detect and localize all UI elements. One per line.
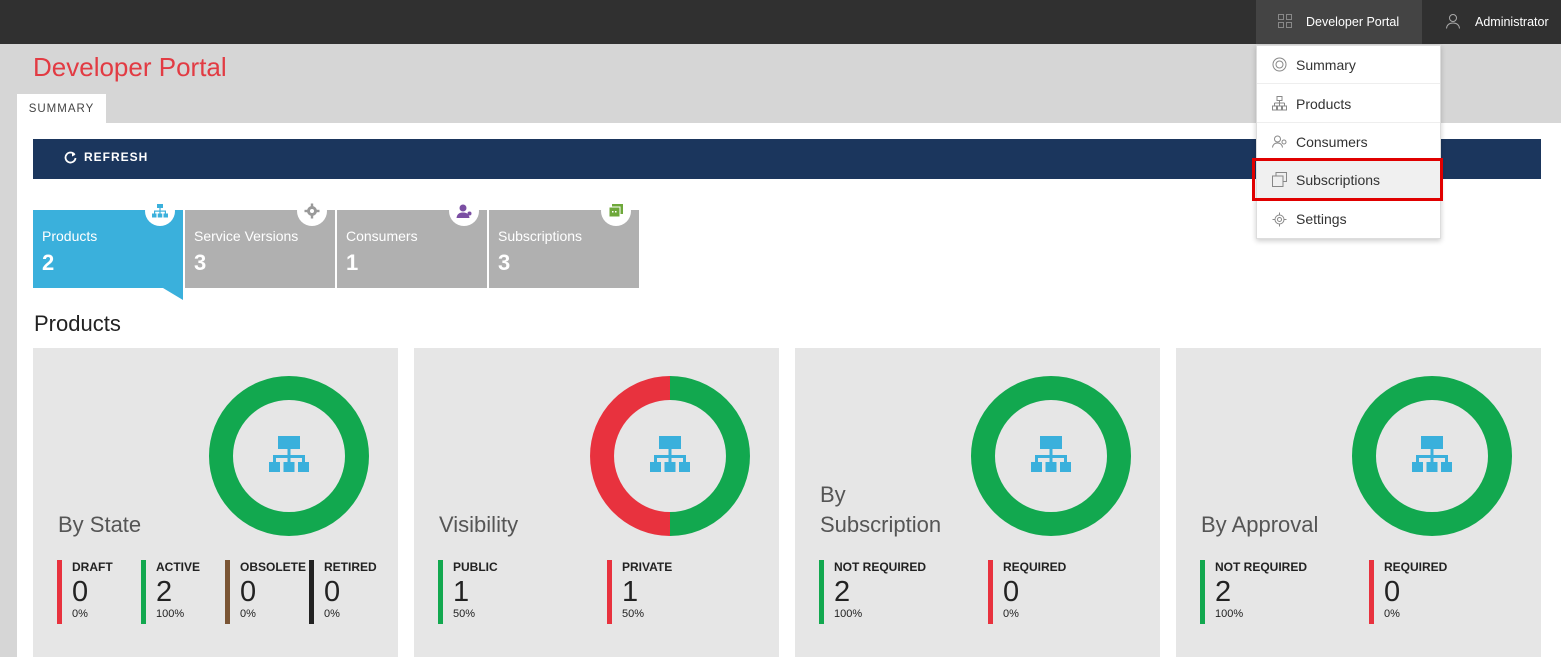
summary-icon bbox=[1272, 57, 1287, 72]
hierarchy-icon bbox=[1412, 436, 1452, 472]
tile-label: Consumers bbox=[346, 228, 418, 244]
menu-item-consumers[interactable]: Consumers bbox=[1257, 123, 1440, 161]
tile-subscriptions[interactable]: Subscriptions 3 bbox=[489, 196, 639, 288]
legend-required: REQUIRED 0 0% bbox=[988, 560, 1066, 624]
subscriptions-icon bbox=[601, 196, 631, 226]
user-name: Administrator bbox=[1475, 15, 1549, 29]
user-icon bbox=[1445, 13, 1461, 32]
card-title: By State bbox=[58, 512, 142, 537]
legend-draft: DRAFT 0 0% bbox=[57, 560, 113, 624]
donut-chart bbox=[1352, 376, 1512, 536]
tile-count: 2 bbox=[42, 250, 55, 275]
tile-pointer bbox=[163, 288, 183, 300]
menu-item-subscriptions[interactable]: Subscriptions bbox=[1257, 161, 1440, 199]
tile-count: 3 bbox=[498, 250, 511, 275]
user-icon bbox=[449, 196, 479, 226]
donut-chart bbox=[590, 376, 750, 536]
legend-retired: RETIRED 0 0% bbox=[309, 560, 377, 624]
legend-public: PUBLIC 1 50% bbox=[438, 560, 498, 624]
card-title: Visibility bbox=[439, 512, 519, 537]
hierarchy-icon bbox=[269, 436, 309, 472]
card-by-state: By State DRAFT 0 0% ACTIVE 2 100% OBSOLE… bbox=[33, 348, 398, 657]
hierarchy-icon bbox=[145, 196, 175, 226]
page-title: Developer Portal bbox=[33, 52, 227, 82]
tile-service-versions[interactable]: Service Versions 3 bbox=[185, 196, 335, 288]
hierarchy-icon bbox=[650, 436, 690, 472]
refresh-label: REFRESH bbox=[84, 150, 149, 164]
donut-chart bbox=[971, 376, 1131, 536]
portal-dropdown-menu: Summary Products Consumers Subscriptions… bbox=[1256, 45, 1441, 239]
user-menu-button[interactable]: Administrator bbox=[1440, 0, 1561, 44]
legend-active: ACTIVE 2 100% bbox=[141, 560, 200, 624]
section-title: Products bbox=[34, 311, 121, 336]
refresh-icon bbox=[64, 151, 77, 163]
menu-item-settings[interactable]: Settings bbox=[1257, 200, 1440, 238]
card-title: By Approval bbox=[1201, 512, 1319, 537]
grid-icon bbox=[1278, 13, 1292, 31]
legend-not-required: NOT REQUIRED 2 100% bbox=[819, 560, 926, 624]
tile-label: Service Versions bbox=[194, 228, 299, 244]
legend-required: REQUIRED 0 0% bbox=[1369, 560, 1447, 624]
card-by-approval: By Approval NOT REQUIRED 2 100% REQUIRED… bbox=[1176, 348, 1541, 657]
legend-private: PRIVATE 1 50% bbox=[607, 560, 672, 624]
card-title: By Subscription bbox=[820, 482, 942, 537]
legend-obsolete: OBSOLETE 0 0% bbox=[225, 560, 306, 624]
users-icon bbox=[1272, 135, 1287, 148]
developer-portal-menu-button[interactable]: Developer Portal bbox=[1256, 0, 1422, 44]
menu-item-summary[interactable]: Summary bbox=[1257, 46, 1440, 84]
gear-icon bbox=[1272, 212, 1287, 226]
menu-item-products[interactable]: Products bbox=[1257, 85, 1440, 123]
refresh-button[interactable]: REFRESH bbox=[64, 150, 148, 164]
hierarchy-icon bbox=[1031, 436, 1071, 472]
developer-portal-label: Developer Portal bbox=[1306, 15, 1400, 29]
tile-label: Products bbox=[42, 228, 98, 244]
tile-label: Subscriptions bbox=[498, 228, 583, 244]
donut-chart bbox=[209, 376, 369, 536]
tile-consumers[interactable]: Consumers 1 bbox=[337, 196, 487, 288]
gear-icon bbox=[297, 196, 327, 226]
card-by-subscription: By Subscription NOT REQUIRED 2 100% REQU… bbox=[795, 348, 1160, 657]
card-visibility: Visibility PUBLIC 1 50% PRIVATE 1 50% bbox=[414, 348, 779, 657]
hierarchy-icon bbox=[1272, 96, 1287, 111]
legend-not-required: NOT REQUIRED 2 100% bbox=[1200, 560, 1307, 624]
tile-count: 3 bbox=[194, 250, 207, 275]
subscriptions-icon bbox=[1272, 172, 1287, 187]
tile-count: 1 bbox=[346, 250, 359, 275]
tile-products[interactable]: Products 2 bbox=[33, 196, 183, 288]
tab-summary[interactable]: SUMMARY bbox=[17, 94, 106, 124]
